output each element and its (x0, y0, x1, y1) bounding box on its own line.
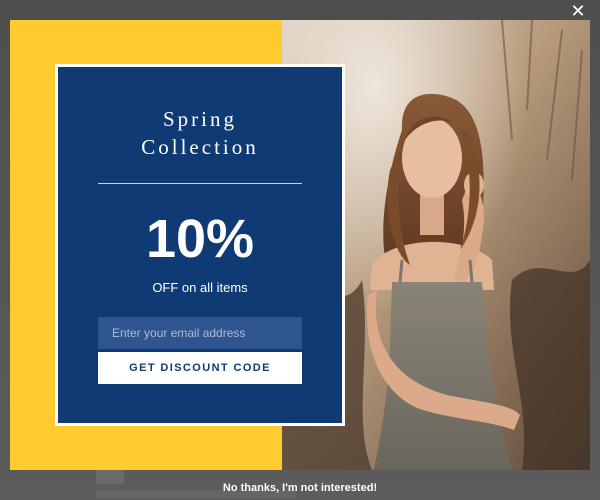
discount-caption: OFF on all items (152, 280, 248, 295)
get-discount-button[interactable]: GET DISCOUNT CODE (98, 352, 302, 384)
close-icon[interactable]: ✕ (568, 2, 588, 22)
dismiss-link[interactable]: No thanks, I'm not interested! (0, 482, 600, 494)
email-field[interactable] (98, 317, 302, 349)
promo-title: Spring Collection (141, 107, 259, 159)
discount-value: 10% (145, 209, 255, 269)
promo-modal: Spring Collection 10% OFF on all items G… (10, 20, 590, 470)
promo-card: Spring Collection 10% OFF on all items G… (55, 64, 345, 426)
title-divider (98, 183, 302, 184)
